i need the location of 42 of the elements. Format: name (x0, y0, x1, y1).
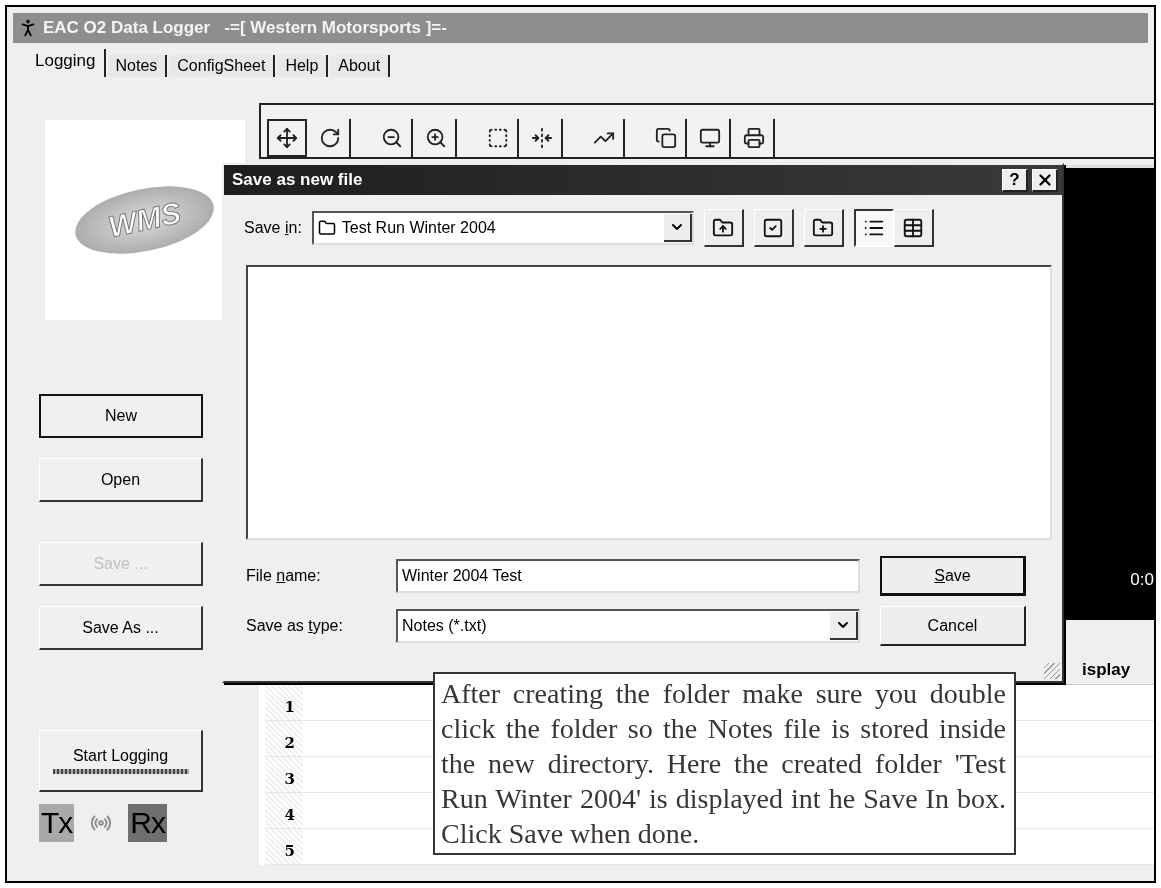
new-folder-button[interactable] (803, 209, 844, 247)
tab[interactable]: About (330, 55, 391, 77)
sidebar-button[interactable]: New (39, 394, 203, 438)
details-view-button[interactable] (893, 209, 934, 247)
tx-indicator: Tx (39, 804, 75, 842)
sidebar-button[interactable]: Save As ... (39, 606, 203, 650)
up-folder-button[interactable] (703, 209, 744, 247)
desktop-button[interactable] (753, 209, 794, 247)
row-number: 5 (265, 829, 303, 864)
close-button[interactable] (1032, 168, 1058, 192)
save-in-label: Save in: (244, 219, 302, 237)
tab[interactable]: ConfigSheet (169, 55, 276, 77)
dialog-title: Save as new file (232, 170, 364, 190)
file-name-label: File name: (246, 567, 322, 585)
move-icon[interactable] (267, 119, 307, 157)
new-folder-icon (812, 216, 835, 239)
checkbox-icon (762, 216, 785, 239)
save-as-type-label: Save as type: (246, 617, 344, 635)
save-button[interactable]: Save (880, 556, 1026, 596)
sidebar-button[interactable]: Open (39, 458, 203, 502)
column-heading: isplay (1082, 660, 1132, 681)
file-type-dropdown[interactable]: Notes (*.txt) (396, 609, 860, 643)
folder-up-icon (712, 216, 735, 239)
rx-indicator: Rx (128, 804, 167, 842)
folder-icon (317, 219, 336, 237)
callout-note: After creating the folder make sure you double click the folder so the Notes file is stored inside the new directory. Here the created folder 'Test Run Winter 2004' is displayed int he Save In box. Click Save when done. (433, 672, 1016, 855)
save-in-dropdown[interactable]: Test Run Winter 2004 (311, 211, 694, 245)
row-number: 1 (265, 685, 303, 720)
row-number: 3 (265, 757, 303, 792)
details-view-icon (902, 216, 925, 239)
time-readout: 0:0 (1130, 570, 1154, 590)
resize-grip[interactable] (1044, 663, 1060, 679)
tab[interactable]: Notes (107, 55, 168, 77)
window-title: EAC O2 Data Logger -=[ Western Motorsports ]=- (43, 18, 447, 38)
cancel-button[interactable]: Cancel (880, 606, 1026, 646)
row-number: 4 (265, 793, 303, 828)
start-logging-button[interactable]: Start Logging (39, 730, 203, 792)
list-view-button[interactable] (853, 209, 894, 247)
file-name-field[interactable]: Winter 2004 Test (396, 559, 860, 593)
tab[interactable]: Help (277, 55, 329, 77)
help-button[interactable]: ? (1002, 168, 1028, 192)
row-number: 2 (265, 721, 303, 756)
